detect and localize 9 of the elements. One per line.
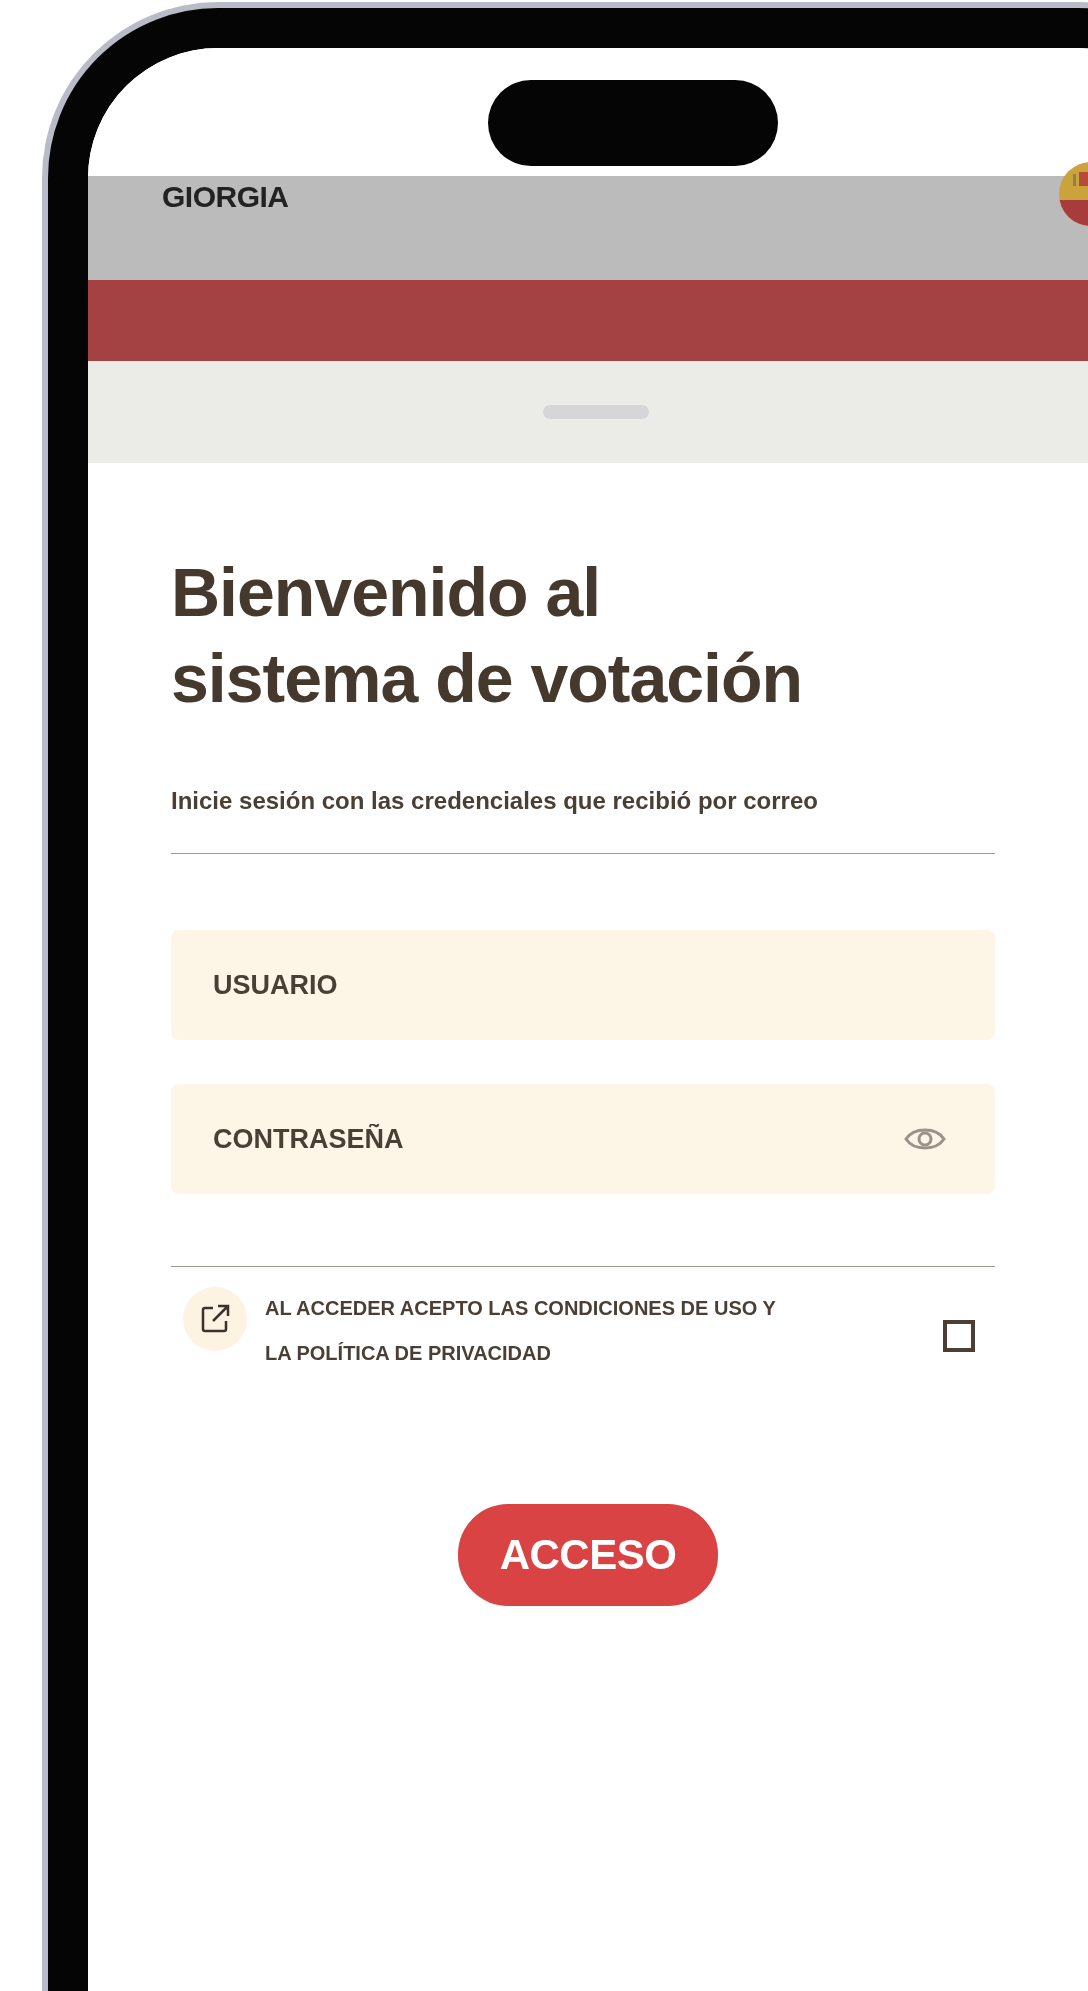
username-field[interactable]: USUARIO — [171, 930, 995, 1040]
terms-text: AL ACCEDER ACEPTO LAS CONDICIONES DE USO Y LA POLÍTICA DE PRIVACIDAD — [265, 1296, 777, 1366]
terms-checkbox[interactable] — [943, 1320, 975, 1352]
welcome-heading: Bienvenido al sistema de votación — [171, 553, 804, 718]
password-field[interactable]: CONTRASEÑA — [171, 1084, 995, 1194]
login-button[interactable]: ACCESO — [457, 1504, 719, 1606]
brand-name: GIORGIA — [162, 180, 289, 214]
external-link-icon[interactable] — [183, 1287, 247, 1351]
subtitle-text: Inicie sesión con las credenciales que recibió por correo — [171, 787, 819, 815]
